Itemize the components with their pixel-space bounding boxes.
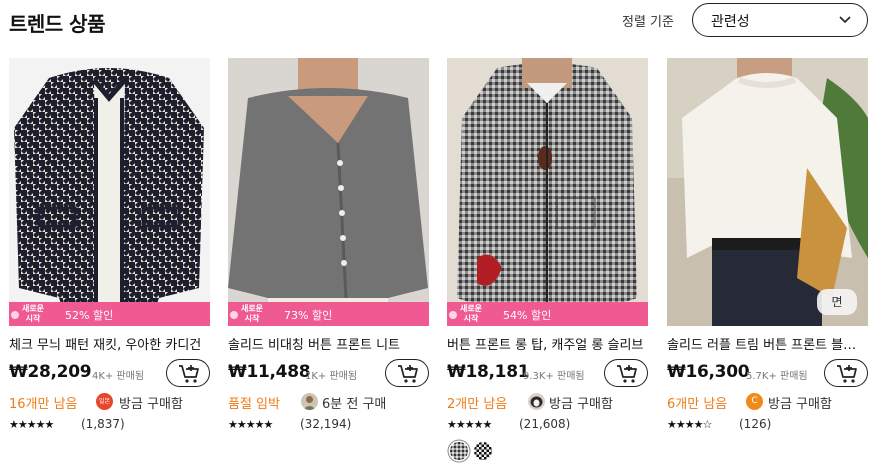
add-to-cart-button[interactable] [604,359,648,387]
buyer-text: 방금 구매함 [119,397,183,412]
product-price: ₩18,181 [447,362,530,382]
star-rating: ★★★★☆ [667,418,712,431]
stock-status: 2개만 남음 [447,397,508,412]
stock-row: 6개만 남음 C 방금 구매함 [667,392,868,412]
stock-status: 16개만 남음 [9,397,78,412]
buyer-avatar: 일본 [96,393,113,410]
color-swatches [448,442,508,462]
product-image[interactable] [447,58,648,326]
rating-row: ★★★★☆ (126) [667,416,868,432]
flower-icon [230,311,238,319]
color-swatch[interactable] [474,442,492,460]
stock-status: 품절 임박 [228,397,280,412]
review-count: (21,608) [519,417,571,431]
promo-tag: 새로운 시작 [11,303,55,325]
stock-row: 품절 임박 6분 전 구매 [228,392,429,412]
product-name[interactable]: 체크 무늬 패턴 재킷, 우아한 카디건 [9,334,210,353]
price-row: ₩18,181 9.3K+ 판매됨 [447,358,648,388]
product-name[interactable]: 솔리드 비대칭 버튼 프론트 니트 [228,334,429,353]
product-price: ₩11,488 [228,362,311,382]
sold-count: 9.3K+ 판매됨 [523,371,585,382]
stock-row: 2개만 남음 방금 구매함 [447,392,648,412]
stock-status: 6개만 남음 [667,397,728,412]
product-price: ₩28,209 [9,362,92,382]
product-card[interactable]: 새로운 시작 73% 할인 솔리드 비대칭 버튼 프론트 니트 ₩11,488 … [228,58,429,438]
product-card[interactable]: 새로운 시작 54% 할인 버튼 프론트 롱 탑, 캐주얼 롱 슬리브 ₩18,… [447,58,648,438]
product-grid: 새로운 시작 52% 할인 체크 무늬 패턴 재킷, 우아한 카디건 ₩28,2… [9,58,879,438]
sort-dropdown[interactable]: 관련성 [692,3,868,37]
material-badge: 면 [817,289,857,315]
add-to-cart-icon [398,365,418,383]
add-to-cart-button[interactable] [166,359,210,387]
buyer-avatar [528,393,545,410]
buyer-avatar-label: 일본 [98,398,111,405]
add-to-cart-button[interactable] [385,359,429,387]
product-image[interactable] [228,58,429,326]
rating-row: ★★★★★ (1,837) [9,416,210,432]
price-row: ₩16,300 5.7K+ 판매됨 [667,358,868,388]
star-rating: ★★★★★ [228,418,273,431]
promo-discount: 73% 할인 [284,309,333,322]
rating-row: ★★★★★ (32,194) [228,416,429,432]
promo-tag: 새로운 시작 [449,303,493,325]
product-name[interactable]: 솔리드 러플 트림 버튼 프론트 블라우스 [667,334,868,353]
promo-banner: 새로운 시작 54% 할인 [447,302,648,326]
flower-icon [449,311,457,319]
promo-discount: 52% 할인 [65,309,114,322]
product-card[interactable]: 새로운 시작 52% 할인 체크 무늬 패턴 재킷, 우아한 카디건 ₩28,2… [9,58,210,438]
stock-row: 16개만 남음 일본 방금 구매함 [9,392,210,412]
promo-tag: 새로운 시작 [230,303,274,325]
sort-selected-value: 관련성 [711,14,750,30]
buyer-text: 방금 구매함 [549,397,613,412]
sold-count: 5.7K+ 판매됨 [746,371,808,382]
color-swatch[interactable] [450,442,468,460]
flower-icon [11,311,19,319]
buyer-text: 6분 전 구매 [322,397,387,412]
review-count: (126) [739,417,772,431]
sold-count: 4K+ 판매됨 [92,371,145,382]
buyer-avatar: C [746,393,763,410]
sold-count: 1K+ 판매됨 [305,371,358,382]
sort-label: 정렬 기준 [622,15,674,30]
review-count: (1,837) [81,417,125,431]
add-to-cart-button[interactable] [824,359,868,387]
price-row: ₩11,488 1K+ 판매됨 [228,358,429,388]
product-image[interactable] [667,58,868,326]
buyer-text: 방금 구매함 [768,397,832,412]
promo-banner: 새로운 시작 52% 할인 [9,302,210,326]
product-name[interactable]: 버튼 프론트 롱 탑, 캐주얼 롱 슬리브 [447,334,648,353]
product-card[interactable]: 면 솔리드 러플 트림 버튼 프론트 블라우스 ₩16,300 5.7K+ 판매… [667,58,868,438]
section-title: 트렌드 상품 [9,12,105,36]
section-header: 트렌드 상품 정렬 기준 관련성 [9,0,879,42]
review-count: (32,194) [300,417,352,431]
add-to-cart-icon [617,365,637,383]
star-rating: ★★★★★ [447,418,492,431]
chevron-down-icon [839,16,851,24]
product-image[interactable] [9,58,210,326]
price-row: ₩28,209 4K+ 판매됨 [9,358,210,388]
add-to-cart-icon [179,365,199,383]
rating-row: ★★★★★ (21,608) [447,416,648,432]
buyer-avatar [301,393,318,410]
promo-banner: 새로운 시작 73% 할인 [228,302,429,326]
product-price: ₩16,300 [667,362,750,382]
star-rating: ★★★★★ [9,418,54,431]
add-to-cart-icon [837,365,857,383]
promo-discount: 54% 할인 [503,309,552,322]
buyer-avatar-label: C [751,396,758,406]
